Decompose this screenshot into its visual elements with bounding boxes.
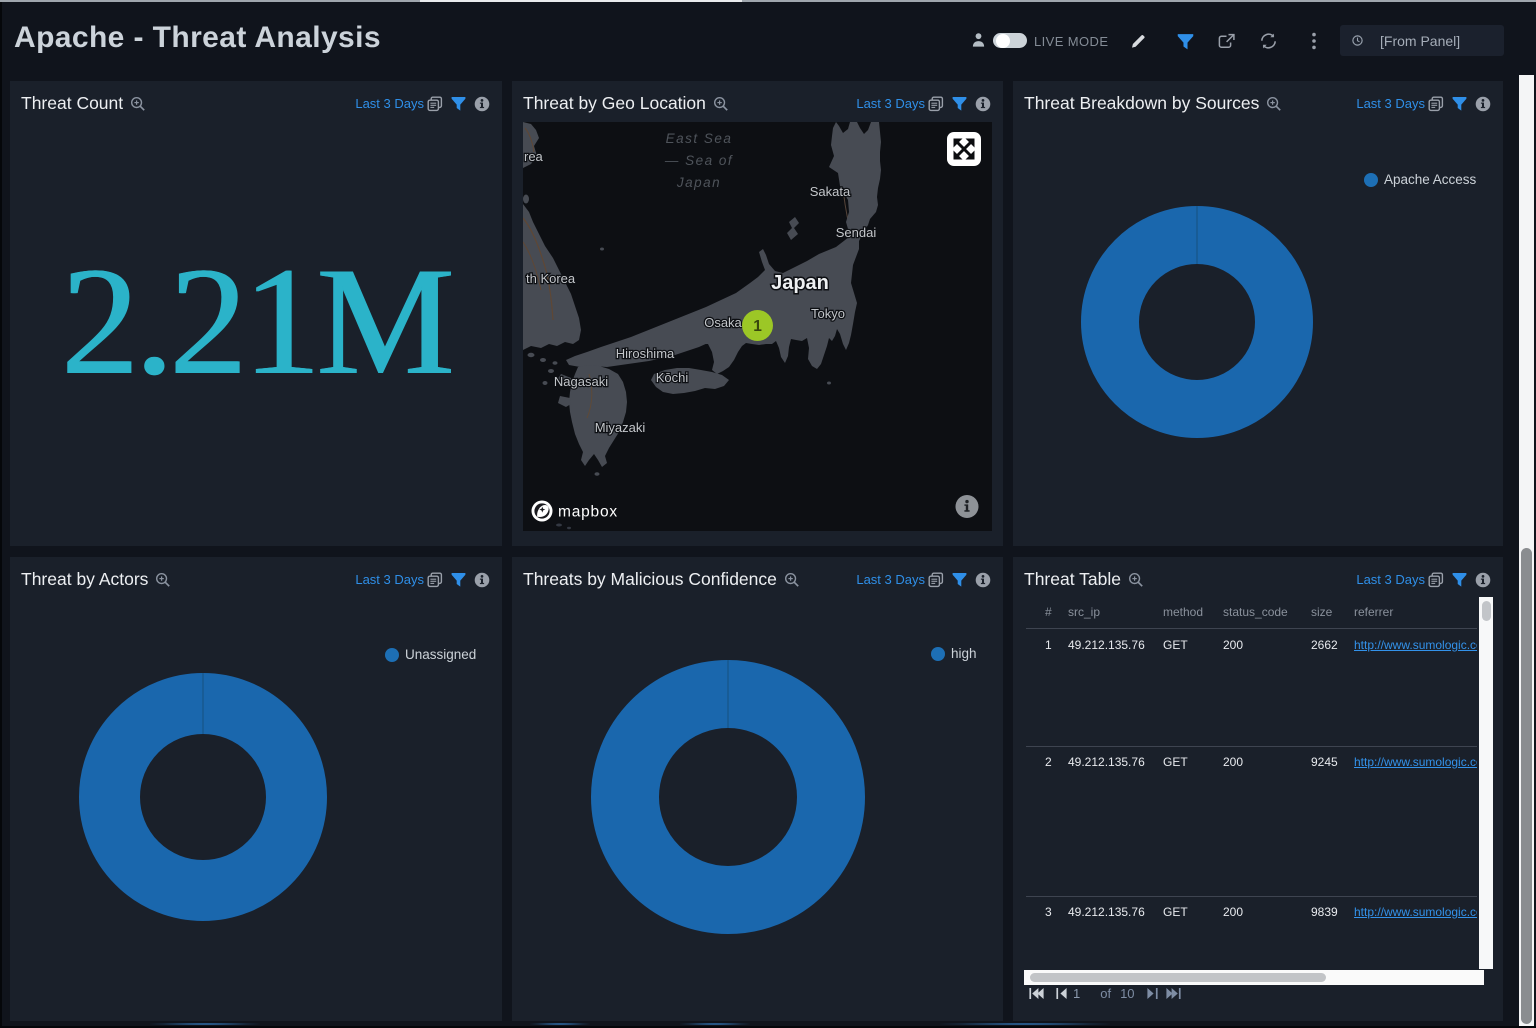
svg-text:Japan: Japan bbox=[676, 175, 721, 190]
svg-text:Miyazaki: Miyazaki bbox=[595, 420, 646, 435]
svg-text:— Sea of: — Sea of bbox=[664, 153, 733, 168]
svg-text:Hiroshima: Hiroshima bbox=[616, 346, 675, 361]
svg-text:rea: rea bbox=[524, 149, 544, 164]
svg-text:mapbox: mapbox bbox=[558, 504, 618, 521]
svg-text:Osaka: Osaka bbox=[704, 315, 742, 330]
svg-text:th Korea: th Korea bbox=[526, 271, 576, 286]
svg-text:Sendai: Sendai bbox=[836, 225, 877, 240]
svg-text:Kōchi: Kōchi bbox=[656, 370, 689, 385]
svg-text:Japan: Japan bbox=[771, 272, 829, 294]
svg-text:East Sea: East Sea bbox=[666, 131, 733, 146]
svg-text:Nagasaki: Nagasaki bbox=[554, 374, 608, 389]
svg-text:Sakata: Sakata bbox=[810, 184, 851, 199]
svg-text:1: 1 bbox=[753, 318, 762, 335]
svg-text:Tokyo: Tokyo bbox=[811, 306, 845, 321]
